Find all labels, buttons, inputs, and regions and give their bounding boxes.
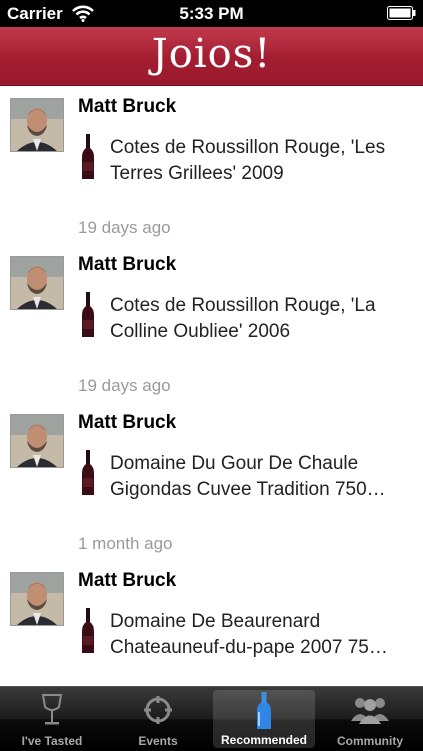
nav-bar: Joios!	[0, 27, 423, 86]
battery-icon	[387, 6, 416, 20]
wine-name: Cotes de Roussillon Rouge, 'Les Terres G…	[110, 137, 386, 184]
tab-label: Recommended	[220, 733, 308, 747]
people-icon	[351, 698, 389, 724]
wine-name: Domaine Du Gour De Chaule Gigondas Cuvee…	[110, 453, 386, 500]
list-item[interactable]: Matt Bruck Cotes de Roussillon Rouge, 'L…	[0, 86, 423, 245]
avatar[interactable]	[10, 256, 64, 310]
avatar[interactable]	[10, 414, 64, 468]
tab-label: I've Tasted	[21, 734, 83, 748]
wine-glass-icon	[41, 694, 63, 725]
timestamp: 19 days ago	[78, 218, 171, 237]
wine-bottle-icon	[82, 608, 94, 653]
list-item[interactable]: Matt Bruck Domaine Du Gour De Chaule Gig…	[0, 402, 423, 561]
wine-bottle-icon	[82, 134, 94, 179]
timestamp: 19 days ago	[78, 376, 171, 395]
tab-recommended[interactable]: Recommended	[213, 690, 315, 748]
user-name: Matt Bruck	[78, 570, 177, 591]
wine-name: Cotes de Roussillon Rouge, 'La Colline O…	[110, 295, 376, 342]
tab-events[interactable]: Events	[106, 687, 210, 751]
wine-bottle-icon	[82, 450, 94, 495]
tab-ive-tasted[interactable]: I've Tasted	[0, 687, 104, 751]
wine-name: Domaine De Beaurenard Chateauneuf-du-pap…	[110, 611, 388, 658]
bottle-icon	[257, 692, 271, 729]
user-name: Matt Bruck	[78, 412, 177, 433]
list-item[interactable]: Matt Bruck Domaine De Beaurenard Chateau…	[0, 560, 423, 686]
clock: 5:33 PM	[179, 4, 244, 23]
status-bar: Carrier 5:33 PM	[0, 0, 423, 27]
avatar[interactable]	[10, 98, 64, 152]
tab-label: Community	[337, 734, 403, 748]
tab-community[interactable]: Community	[318, 687, 422, 751]
app-title: Joios!	[151, 31, 272, 77]
tab-label: Events	[138, 734, 178, 748]
user-name: Matt Bruck	[78, 254, 177, 275]
tab-bar: I've Tasted Events Recommended Community	[0, 686, 423, 751]
wine-bottle-icon	[82, 292, 94, 337]
crosshair-icon	[144, 696, 172, 724]
list-item[interactable]: Matt Bruck Cotes de Roussillon Rouge, 'L…	[0, 244, 423, 403]
user-name: Matt Bruck	[78, 96, 177, 117]
recommendation-feed[interactable]: Matt Bruck Cotes de Roussillon Rouge, 'L…	[0, 86, 423, 686]
timestamp: 1 month ago	[78, 534, 173, 553]
avatar[interactable]	[10, 572, 64, 626]
